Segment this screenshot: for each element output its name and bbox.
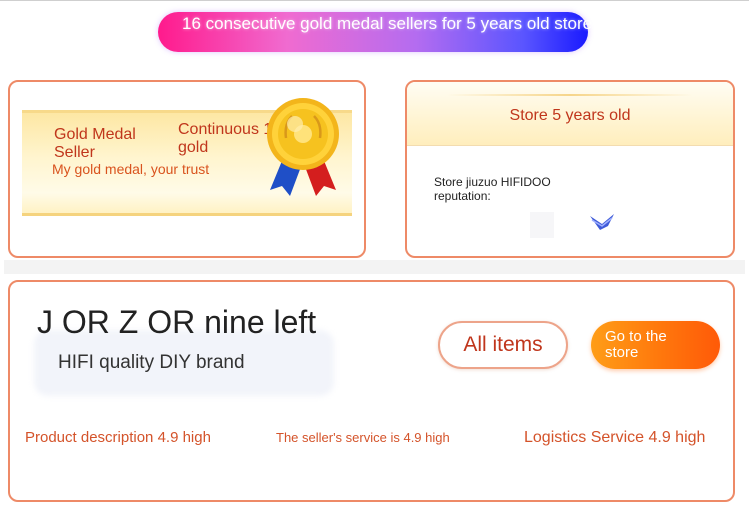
store-age-title: Store 5 years old — [509, 107, 631, 124]
top-divider — [0, 0, 749, 1]
gold-medal-trust-text: My gold medal, your trust — [52, 161, 210, 177]
go-to-store-button[interactable]: Go to the store — [591, 321, 720, 369]
section-divider — [4, 260, 745, 274]
go-to-store-label: Go to the store — [605, 328, 667, 361]
promo-banner-text: 16 consecutive gold medal sellers for 5 … — [182, 14, 593, 33]
gold-medal-icon — [262, 94, 344, 202]
logistics-service-rating: Logistics Service 4.9 high — [524, 429, 706, 446]
product-description-rating: Product description 4.9 high — [25, 429, 211, 446]
reputation-badge-icon — [528, 210, 618, 240]
all-items-button[interactable]: All items — [438, 321, 568, 369]
store-reputation-label: Store jiuzuo HIFIDOO reputation: — [434, 175, 551, 203]
brand-subtitle: HIFI quality DIY brand — [58, 352, 245, 373]
gold-medal-title: Gold Medal Seller — [54, 126, 136, 161]
brand-name: J OR Z OR nine left — [37, 304, 317, 340]
seller-service-rating: The seller's service is 4.9 high — [276, 430, 450, 445]
